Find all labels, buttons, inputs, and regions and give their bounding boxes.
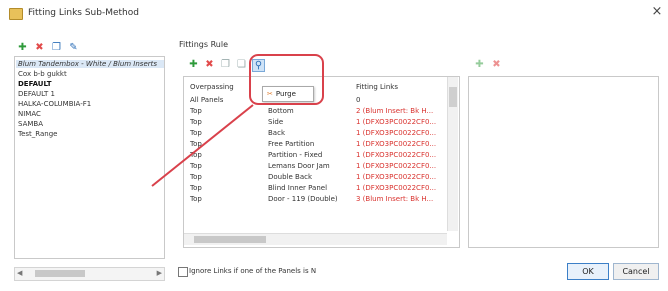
column-header-fitting-links[interactable]: Fitting Links [356, 83, 398, 91]
list-item[interactable]: SAMBA [18, 120, 43, 128]
list-item[interactable]: Cox b-b gukkt [18, 70, 67, 78]
ignore-links-label: Ignore Links if one of the Panels is N [189, 267, 317, 275]
copy-icon[interactable]: ❐ [220, 59, 231, 70]
column-header-overpassing[interactable]: Overpassing [190, 83, 234, 91]
table-cell[interactable]: 2 (Blum Insert: Bk H... [356, 107, 433, 115]
close-button[interactable]: × [650, 4, 664, 20]
annotation-highlight [249, 54, 324, 105]
table-cell[interactable]: 0 [356, 96, 360, 104]
copy-icon[interactable]: ❐ [51, 42, 62, 53]
add-icon[interactable]: ✚ [188, 59, 199, 70]
scroll-thumb[interactable] [449, 87, 457, 107]
left-toolbar: ✚ ✖ ❐ ✎ [17, 42, 79, 53]
add-icon[interactable]: ✚ [474, 59, 485, 70]
table-cell[interactable]: Lemans Door Jam [268, 162, 330, 170]
ok-button[interactable]: OK [567, 263, 609, 280]
add-icon[interactable]: ✚ [17, 42, 28, 53]
scroll-right-icon[interactable]: ▶ [157, 269, 162, 277]
right-toolbar: ✚ ✖ [474, 59, 502, 70]
table-cell[interactable]: Blind Inner Panel [268, 184, 327, 192]
edit-icon[interactable]: ✎ [68, 42, 79, 53]
table-cell[interactable]: Double Back [268, 173, 312, 181]
fittings-rule-label: Fittings Rule [179, 40, 229, 49]
table-cell[interactable]: Partition - Fixed [268, 151, 322, 159]
delete-icon[interactable]: ✖ [34, 42, 45, 53]
list-item[interactable]: HALKA-COLUMBIA-F1 [18, 100, 91, 108]
table-cell[interactable]: 1 (DFXO3PC0022CF0... [356, 173, 436, 181]
window-title: Fitting Links Sub-Method [28, 8, 139, 18]
table-cell[interactable]: 1 (DFXO3PC0022CF0... [356, 151, 436, 159]
delete-icon[interactable]: ✖ [491, 59, 502, 70]
sub-method-list[interactable]: Blum Tandembox - White / Blum Inserts Co… [14, 56, 165, 259]
duplicate-icon[interactable]: ❏ [236, 59, 247, 70]
grid-horizontal-scrollbar[interactable] [184, 233, 447, 245]
table-cell[interactable]: Free Partition [268, 140, 314, 148]
scroll-thumb[interactable] [35, 270, 85, 277]
table-cell[interactable]: Back [268, 129, 285, 137]
ignore-links-checkbox[interactable] [178, 267, 188, 277]
title-bar: Fitting Links Sub-Method × [0, 0, 668, 26]
table-cell[interactable]: 1 (DFXO3PC0022CF0... [356, 140, 436, 148]
list-item[interactable]: DEFAULT [18, 80, 52, 88]
table-cell[interactable]: 1 (DFXO3PC0022CF0... [356, 118, 436, 126]
cancel-button[interactable]: Cancel [613, 263, 659, 280]
list-item[interactable]: Test_Range [18, 130, 57, 138]
app-icon [9, 8, 23, 20]
table-cell[interactable]: Top [190, 195, 202, 203]
table-cell[interactable]: Bottom [268, 107, 294, 115]
list-item[interactable]: NIMAC [18, 110, 41, 118]
table-cell[interactable]: Door - 119 (Double) [268, 195, 338, 203]
left-horizontal-scrollbar[interactable]: ◀ ▶ [14, 267, 165, 281]
list-item[interactable]: Blum Tandembox - White / Blum Inserts [16, 60, 164, 68]
scroll-thumb[interactable] [194, 236, 266, 243]
delete-icon[interactable]: ✖ [204, 59, 215, 70]
fitting-links-panel[interactable] [468, 76, 659, 248]
scroll-left-icon[interactable]: ◀ [17, 269, 22, 277]
grid-vertical-scrollbar[interactable] [447, 77, 458, 231]
table-cell[interactable]: 3 (Blum Insert: Bk H... [356, 195, 433, 203]
table-cell[interactable]: 1 (DFXO3PC0022CF0... [356, 184, 436, 192]
table-cell[interactable]: 1 (DFXO3PC0022CF0... [356, 162, 436, 170]
table-cell[interactable]: 1 (DFXO3PC0022CF0... [356, 129, 436, 137]
table-cell[interactable]: Side [268, 118, 283, 126]
annotation-arrow [151, 104, 254, 187]
list-item[interactable]: DEFAULT 1 [18, 90, 55, 98]
